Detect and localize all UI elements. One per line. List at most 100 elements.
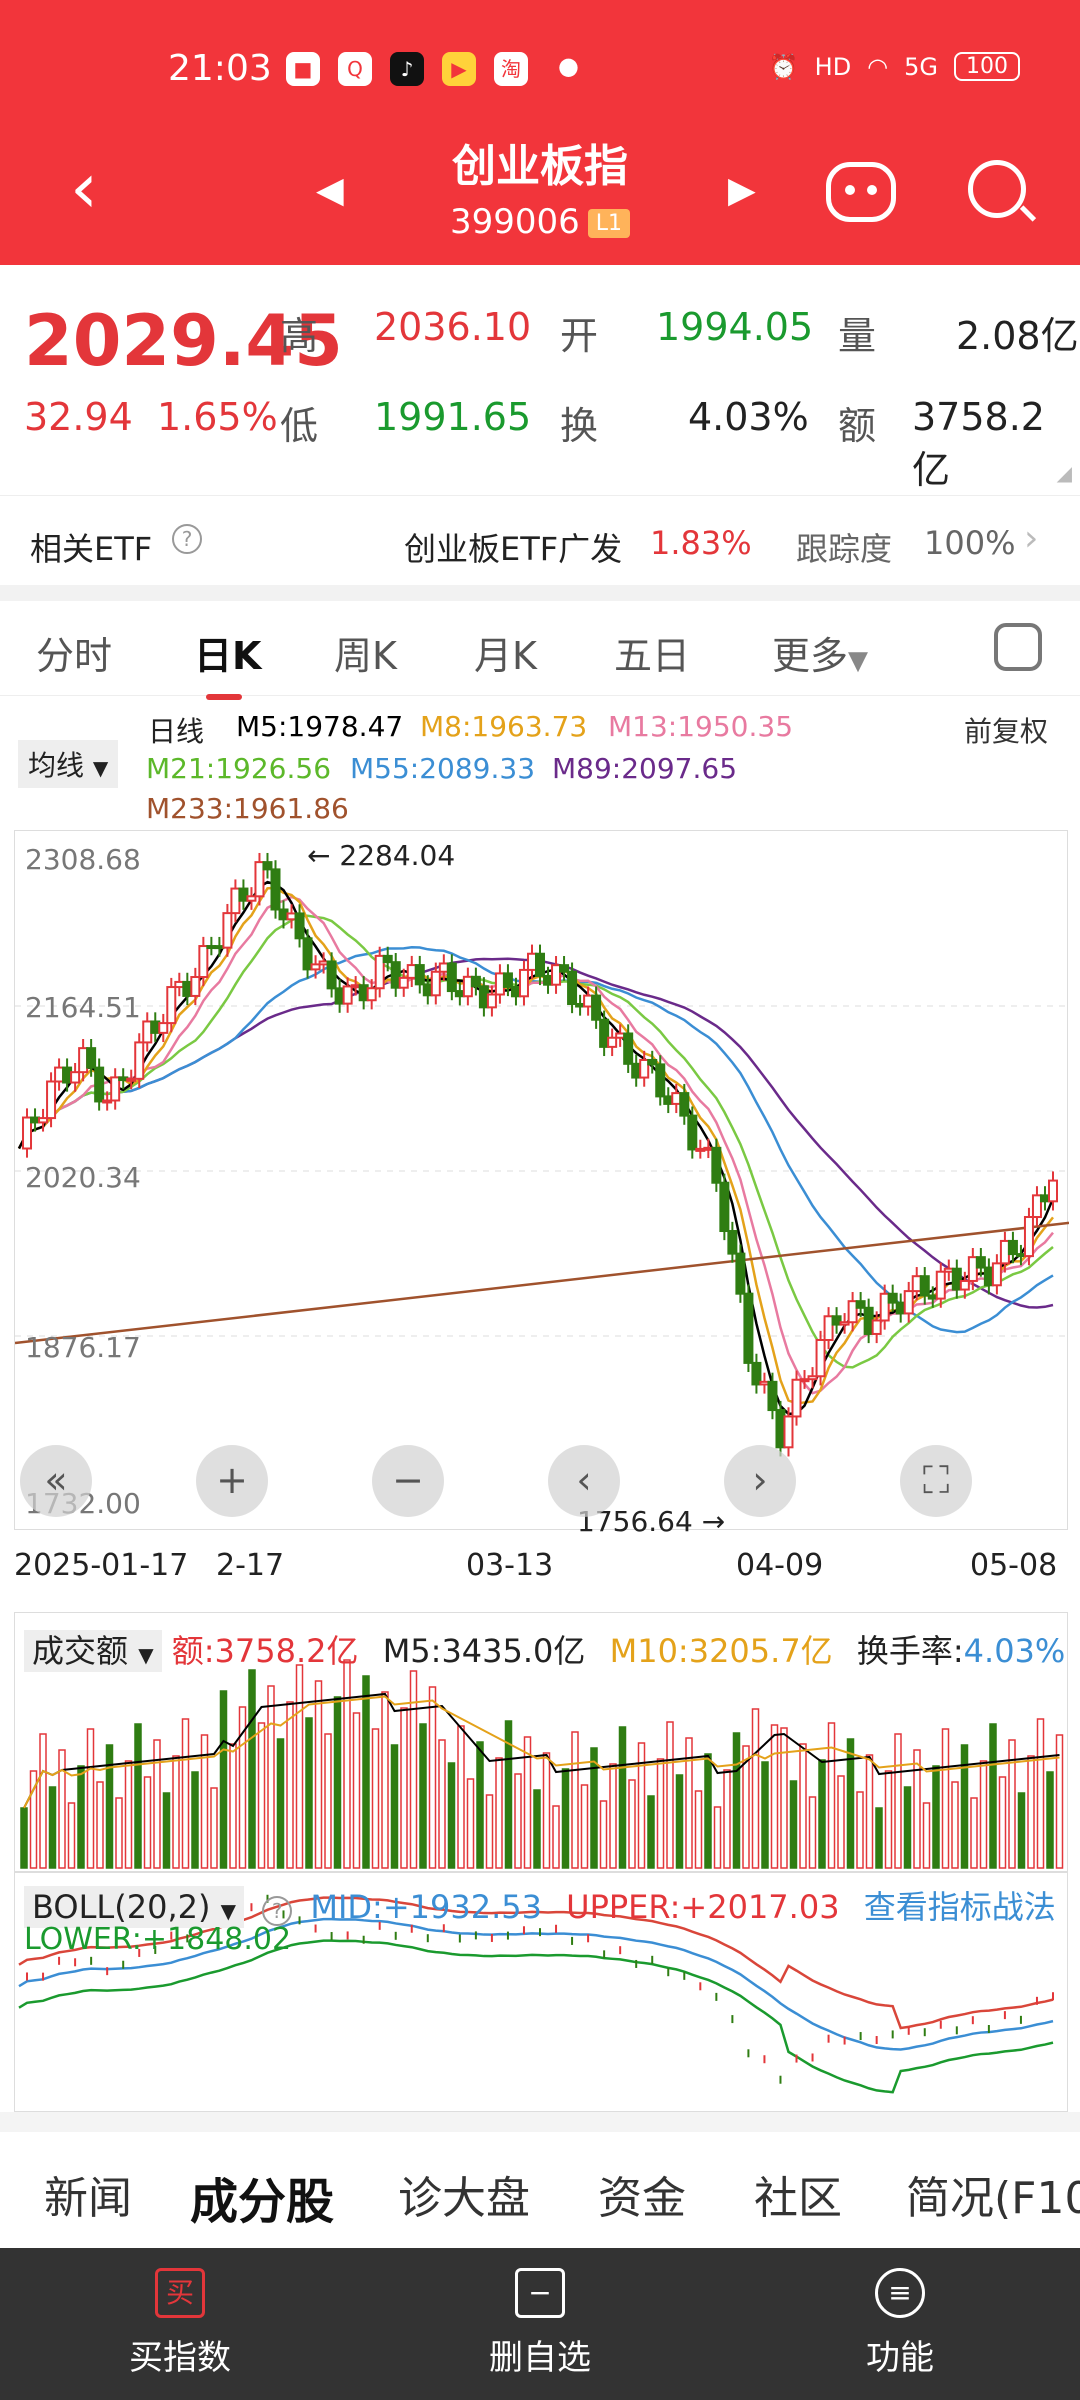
expand-corner-icon[interactable]: ◢ <box>1057 461 1072 485</box>
volume-bar <box>989 1723 997 1869</box>
candle-body <box>86 1047 97 1069</box>
tab-weekly-k[interactable]: 周K <box>334 625 397 680</box>
tab-news[interactable]: 新闻 <box>44 2162 132 2226</box>
y-tick-2: 2164.51 <box>25 991 141 1024</box>
turnover-rate-label: 换手率: <box>856 1632 964 1670</box>
volume-bar <box>656 1758 665 1869</box>
function-button[interactable]: ≡ 功能 <box>800 2268 1000 2379</box>
ma-values: 均线 ▼ 日线 M5:1978.47 M8:1963.73 M13:1950.3… <box>0 696 1080 830</box>
tab-intraday[interactable]: 分时 <box>36 625 112 680</box>
volume-bar <box>219 1690 228 1869</box>
turnover-value: 4.03% <box>688 395 809 439</box>
boll-strategy-link[interactable]: 查看指标战法 <box>864 1888 1056 1926</box>
candle-body <box>182 980 193 997</box>
volume-bar <box>324 1733 332 1869</box>
candle-body <box>430 970 441 997</box>
related-etf-row[interactable]: 相关ETF ? 创业板ETF广发 1.83% 跟踪度 100% › <box>0 495 1080 585</box>
tab-funds[interactable]: 资金 <box>598 2162 686 2226</box>
candle-body <box>446 962 457 993</box>
volume-bar <box>932 1765 940 1869</box>
action-bar: 买买指数 − 删自选 ≡ 功能 <box>0 2248 1080 2400</box>
scroll-right-icon[interactable]: › <box>724 1445 796 1517</box>
volume-bar <box>39 1733 47 1869</box>
status-bar: 21:03 ■ Q ♪ ▶ 淘 ● ⏰ HD ◠ 5G 100 <box>0 0 1080 120</box>
volume-m5: M5:3435.0亿 <box>382 1632 586 1670</box>
candle-body <box>879 1292 890 1322</box>
tab-community[interactable]: 社区 <box>754 2162 842 2226</box>
volume-bar <box>305 1717 313 1869</box>
volume-bar <box>390 1744 399 1869</box>
candle-body <box>911 1275 922 1293</box>
tab-f10[interactable]: 简况(F10) <box>906 2162 1080 2226</box>
candle-body <box>695 1147 706 1152</box>
status-time: 21:03 <box>168 48 272 89</box>
volume-bar <box>694 1790 703 1869</box>
candle-body <box>639 1058 650 1079</box>
x-tick-1: 2025-01-17 <box>14 1548 189 1583</box>
low-arrow-icon: → <box>692 1505 726 1538</box>
candle-body <box>887 1292 898 1304</box>
caret-down-icon: ▼ <box>138 1643 154 1667</box>
adjust-label[interactable]: 前复权 <box>964 710 1048 750</box>
candle-body <box>302 937 313 971</box>
candle-body <box>262 861 273 871</box>
volume-bar <box>162 1792 171 1869</box>
price-change: 32.94 <box>24 395 133 439</box>
ma-selector[interactable]: 均线 <box>28 749 84 782</box>
volume-bar <box>115 1797 123 1869</box>
candle-body <box>791 1378 802 1418</box>
boll-selector[interactable]: BOLL(20,2) <box>32 1888 210 1926</box>
candle-body <box>967 1256 978 1282</box>
kline-chart[interactable]: 2308.68 2164.51 2020.34 1876.17 1732.00 … <box>14 830 1070 1538</box>
candle-body <box>110 1076 121 1102</box>
volume-bar <box>618 1726 627 1869</box>
remove-watchlist-button[interactable]: − 删自选 <box>440 2268 640 2379</box>
tab-constituents[interactable]: 成分股 <box>190 2162 334 2254</box>
rewind-icon[interactable]: « <box>20 1445 92 1517</box>
boll-lower: LOWER:+1848.02 <box>24 1922 292 1957</box>
video-app-icon: ▶ <box>442 52 476 86</box>
help-icon[interactable]: ? <box>172 524 202 554</box>
candle-body <box>526 952 537 971</box>
zoom-in-icon[interactable]: + <box>196 1445 268 1517</box>
candle-body <box>190 976 201 997</box>
x-tick-3: 03-13 <box>466 1548 554 1583</box>
volume-bar <box>1017 1792 1026 1869</box>
volume-bar <box>875 1807 883 1869</box>
volume-bar <box>675 1774 684 1869</box>
zoom-out-icon[interactable]: − <box>372 1445 444 1517</box>
volume-bar <box>913 1749 921 1869</box>
volume-bar <box>314 1680 323 1869</box>
candle-body <box>975 1256 986 1269</box>
scroll-left-icon[interactable]: ‹ <box>548 1445 620 1517</box>
fullscreen-icon[interactable]: ⛶ <box>900 1445 972 1517</box>
high-value: 2036.10 <box>374 305 532 349</box>
next-stock-icon[interactable]: ▶ <box>728 170 756 211</box>
volume-bar <box>571 1731 579 1869</box>
volume-bar <box>428 1686 437 1869</box>
robot-assistant-icon[interactable] <box>826 162 896 222</box>
settings-gear-icon[interactable] <box>994 623 1042 671</box>
volume-label: 量 <box>838 314 877 358</box>
buy-index-button[interactable]: 买买指数 <box>80 2268 280 2379</box>
volume-bar <box>457 1725 465 1869</box>
high-label: 高 <box>280 314 319 358</box>
candle-body <box>935 1270 946 1300</box>
candle-body <box>943 1267 954 1273</box>
candle-body <box>735 1252 746 1295</box>
search-icon[interactable] <box>968 160 1026 218</box>
candle-body <box>1031 1194 1042 1219</box>
volume-bar <box>381 1691 389 1869</box>
candle-body <box>486 993 497 1009</box>
volume-selector[interactable]: 成交额 <box>32 1632 128 1670</box>
volume-bar <box>343 1659 351 1869</box>
candle-body <box>462 975 473 998</box>
candle-body <box>807 1375 818 1381</box>
tab-more[interactable]: 更多 <box>772 634 848 678</box>
candle-body <box>406 964 417 979</box>
tab-daily-k[interactable]: 日K <box>194 625 261 700</box>
tab-diagnosis[interactable]: 诊大盘 <box>398 2162 530 2226</box>
tab-monthly-k[interactable]: 月K <box>474 625 537 680</box>
tab-five-day[interactable]: 五日 <box>614 625 690 680</box>
kline-svg <box>14 852 1070 1457</box>
